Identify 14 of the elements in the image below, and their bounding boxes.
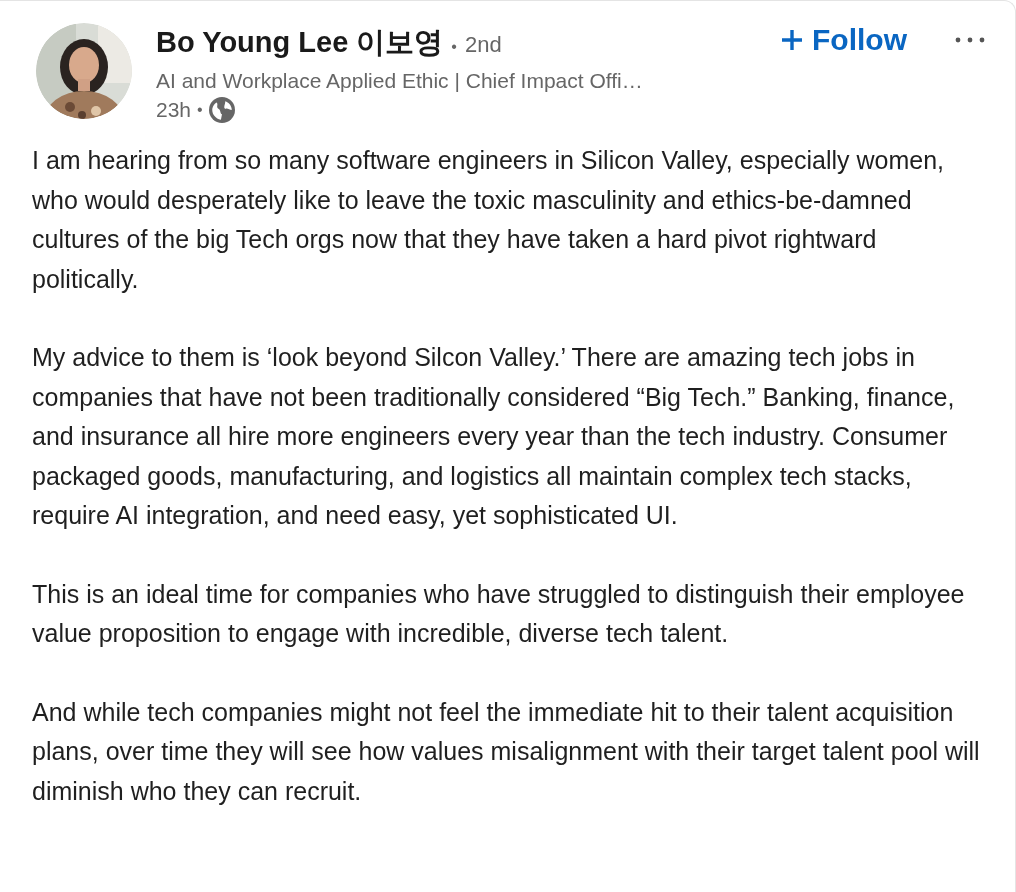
separator-dot: • [451,38,457,56]
post-paragraph: My advice to them is ‘look beyond Silcon Valley.’ There are amazing tech jobs in companies that have not been traditionally considered “Big Tech.” Banking, finance, and insurance all hire more engineers every year than the tech industry. Consumer packaged goods, manufacturing, and logistics all maintain complex tech stacks, require AI integration, and need easy, yet sophisticated UI. [32,342,956,531]
globe-icon [208,97,235,123]
post-paragraph: I am hearing from so many software engineers in Silicon Valley, especially women, who would desperately like to leave the toxic masculinity and ethics-be-damned cultures of the big Tech orgs now that they have taken a hard pivot rightward politically. [32,145,945,295]
more-icon [955,37,985,43]
follow-button[interactable]: Follow [780,23,907,57]
post-paragraph: This is an ideal time for companies who have struggled to distinguish their employee value proposition to engage with incredible, diverse tech talent. [32,578,966,649]
connection-degree: 2nd [464,32,502,58]
author-headline: AI and Workplace Applied Ethic | Chief Impact Offi… [156,69,644,93]
separator-dot: • [197,101,203,119]
post-time: 23h [156,98,192,122]
plus-icon [780,28,804,52]
post-paragraph: And while tech companies might not feel the immediate hit to their talent acquisition plans, over time they will see how values misalignment with their target talent pool will diminish who they can recruit. [32,696,981,807]
author-name[interactable]: Bo Young Lee 이보영 [156,23,444,63]
